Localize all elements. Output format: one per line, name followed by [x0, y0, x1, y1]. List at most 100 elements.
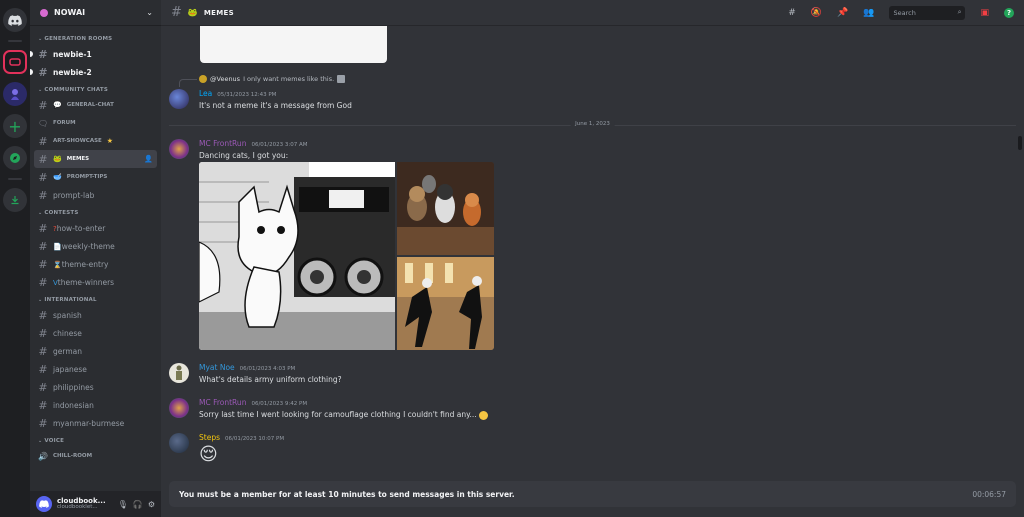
image-icon	[337, 75, 346, 83]
avatar[interactable]	[169, 89, 189, 109]
channel-myanmar-burmese[interactable]: # myanmar-burmese	[34, 414, 157, 432]
mute-bell-icon[interactable]: 🔕	[811, 8, 822, 18]
speaker-icon: 🔊	[38, 451, 48, 461]
server-nowai[interactable]	[3, 50, 27, 74]
category-international[interactable]: ⌄ INTERNATIONAL	[34, 291, 161, 306]
channel-newbie-1[interactable]: # newbie-1	[30, 45, 157, 63]
forum-icon: 🗨	[38, 118, 49, 128]
avatar[interactable]	[169, 398, 189, 418]
hash-icon: #	[38, 344, 48, 358]
channel-chill-room[interactable]: 🔊 CHILL-ROOM	[34, 447, 157, 465]
cats-dancing-image[interactable]	[397, 162, 494, 255]
download-apps-button[interactable]	[3, 188, 27, 212]
channel-general-chat[interactable]: # 💬 GENERAL-CHAT	[34, 96, 157, 114]
channel-spanish[interactable]: # spanish	[34, 306, 157, 324]
inbox-icon[interactable]: ▣	[980, 8, 989, 18]
channel-topbar: # 🐸 MEMES # 🔕 📌 👥 Search ⌕ ▣ ?	[161, 0, 1024, 26]
star-icon: ★	[106, 137, 114, 145]
channel-how-to-enter[interactable]: # ?how-to-enter	[34, 219, 157, 237]
server-avatar[interactable]	[3, 82, 27, 106]
avatar[interactable]	[169, 363, 189, 383]
category-community-chats[interactable]: ⌄ COMMUNITY CHATS	[34, 81, 161, 96]
pin-icon[interactable]: 📌	[837, 8, 848, 18]
hash-icon: #	[38, 275, 48, 289]
channel-prompt-lab[interactable]: # prompt-lab	[34, 186, 157, 204]
threads-icon[interactable]: #	[788, 8, 796, 18]
discord-logo-icon	[39, 500, 49, 508]
channel-chinese[interactable]: # chinese	[34, 324, 157, 342]
bowl-icon: 🥣	[53, 173, 62, 181]
hourglass-icon: ⌛	[53, 260, 62, 269]
channel-text: theme-winners	[57, 277, 115, 287]
help-icon[interactable]: ?	[1004, 7, 1014, 18]
hash-icon: #	[38, 308, 48, 322]
explore-servers-button[interactable]	[3, 146, 27, 170]
channel-label: 📄weekly-theme	[53, 242, 115, 251]
discord-app: + NOWAI ⌄ ⌄ GENERATION ROOMS # newbie-1 # n…	[0, 0, 1024, 517]
dancers-image[interactable]	[397, 257, 494, 350]
channel-prompt-tips[interactable]: # 🥣 PROMPT-TIPS	[34, 168, 157, 186]
dancing-cat-image[interactable]	[199, 162, 395, 350]
hash-icon: #	[38, 326, 48, 340]
message-author[interactable]: MC FrontRun	[199, 398, 246, 407]
channel-memes[interactable]: # 🐸 MEMES 👤	[34, 150, 157, 168]
channel-philippines[interactable]: # philippines	[34, 378, 157, 396]
channel-label: ⌛theme-entry	[53, 260, 108, 269]
channel-text: theme-entry	[61, 259, 109, 269]
category-contests[interactable]: ⌄ CONTESTS	[34, 204, 161, 219]
chevron-down-icon[interactable]: ⌄	[146, 8, 153, 17]
hash-icon: #	[38, 257, 48, 271]
soldier-figure-icon	[176, 365, 182, 380]
message-text-wrap: Sorry last time I went looking for camou…	[199, 410, 489, 420]
channel-theme-winners[interactable]: # Ⅴtheme-winners	[34, 273, 157, 291]
frog-icon: 🐸	[53, 155, 62, 163]
channel-japanese[interactable]: # japanese	[34, 360, 157, 378]
hash-icon: #	[38, 134, 48, 148]
attachment-image[interactable]	[200, 26, 387, 63]
avatar[interactable]	[36, 496, 52, 512]
reply-preview[interactable]: @Veenus I only want memes like this.	[179, 75, 346, 87]
hash-icon: #	[38, 221, 48, 235]
hash-icon: #	[38, 380, 48, 394]
message-list: @Veenus I only want memes like this. Lea…	[161, 26, 1024, 517]
channel-label: indonesian	[53, 400, 94, 410]
server-figure-icon	[11, 89, 19, 100]
message-author[interactable]: Myat Noe	[199, 363, 235, 372]
message-item: MC FrontRun 06/01/2023 3:07 AM Dancing ca…	[169, 139, 308, 160]
channel-text: how-to-enter	[56, 223, 106, 233]
message-author[interactable]: Lea	[199, 89, 212, 98]
scrollbar-thumb[interactable]	[1018, 136, 1022, 150]
channel-label: chinese	[53, 328, 82, 338]
message-timestamp: 06/01/2023 4:03 PM	[239, 366, 296, 372]
channel-weekly-theme[interactable]: # 📄weekly-theme	[34, 237, 157, 255]
category-generation-rooms[interactable]: ⌄ GENERATION ROOMS	[34, 30, 161, 45]
channel-german[interactable]: # german	[34, 342, 157, 360]
member-list-icon[interactable]: 👥	[863, 8, 874, 18]
hash-icon: #	[38, 362, 48, 376]
avatar[interactable]	[169, 433, 189, 453]
server-header[interactable]: NOWAI ⌄	[30, 0, 161, 26]
headphones-icon[interactable]: 🎧	[133, 500, 143, 509]
channel-theme-entry[interactable]: # ⌛theme-entry	[34, 255, 157, 273]
mute-mic-icon[interactable]: 🎙	[118, 500, 128, 509]
channel-art-showcase[interactable]: # ART-SHOWCASE ★	[34, 132, 157, 150]
message-text: Dancing cats, I got you:	[199, 151, 289, 160]
channel-label: myanmar-burmese	[53, 418, 125, 428]
message-author[interactable]: MC FrontRun	[199, 139, 246, 148]
search-input[interactable]: Search ⌕	[889, 5, 966, 20]
channel-forum[interactable]: 🗨 FORUM	[34, 114, 157, 132]
channel-newbie-2[interactable]: # newbie-2	[30, 63, 157, 81]
avatar[interactable]	[169, 139, 189, 159]
home-button[interactable]	[3, 8, 27, 32]
user-names[interactable]: cloudbook... cloudbooklet...	[57, 497, 113, 511]
category-voice[interactable]: ⌄ VOICE	[34, 432, 161, 447]
message-author[interactable]: Steps	[199, 433, 220, 442]
channel-label: newbie-1	[53, 49, 92, 59]
message-text: It's not a meme it's a message from God	[199, 101, 352, 110]
add-server-button[interactable]: +	[3, 114, 27, 138]
user-tag: cloudbooklet...	[57, 503, 98, 510]
image-column	[397, 162, 494, 350]
channel-indonesian[interactable]: # indonesian	[34, 396, 157, 414]
gear-icon[interactable]: ⚙	[148, 500, 155, 509]
add-member-icon[interactable]: 👤	[144, 155, 153, 163]
